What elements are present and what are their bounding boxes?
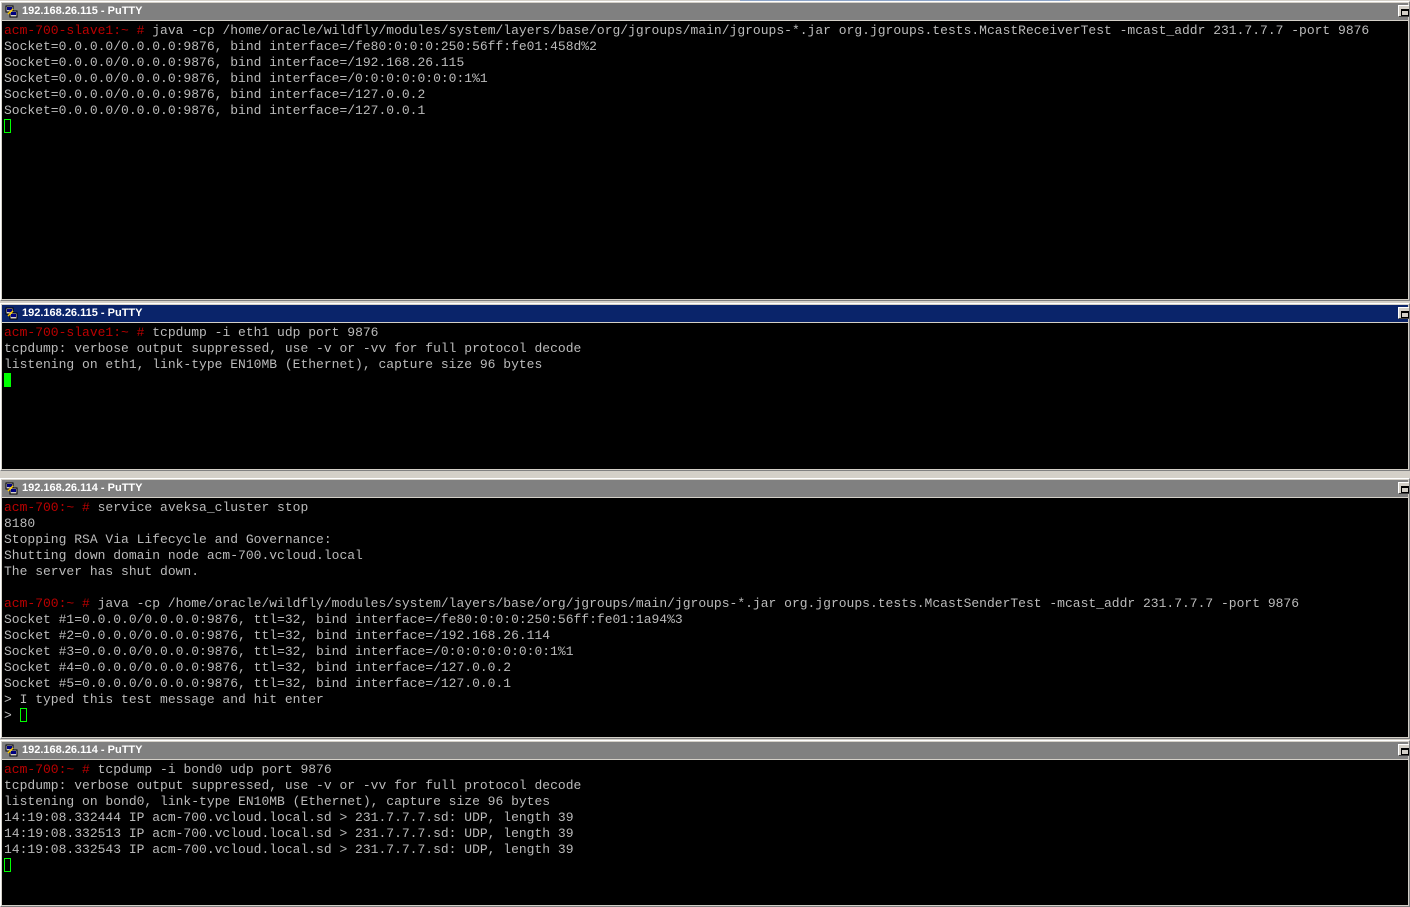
shell-prompt: acm-700-slave1:~ #	[4, 325, 153, 340]
terminal-output: Socket #5=0.0.0.0/0.0.0.0:9876, ttl=32, …	[4, 676, 512, 691]
desktop: 192.168.26.115 - PuTTY acm-700-slave1:~ …	[0, 0, 1410, 907]
putty-icon	[5, 744, 18, 757]
terminal-output: 14:19:08.332543 IP acm-700.vcloud.local.…	[4, 842, 574, 857]
input-line[interactable]	[4, 119, 1408, 135]
terminal-output: > I typed this test message and hit ente…	[4, 692, 324, 707]
window-title: 192.168.26.114 - PuTTY	[22, 482, 143, 494]
terminal-line: Socket #4=0.0.0.0/0.0.0.0:9876, ttl=32, …	[4, 660, 1408, 676]
window-titlebar[interactable]: 192.168.26.115 - PuTTY	[2, 305, 1409, 322]
terminal-output: listening on bond0, link-type EN10MB (Et…	[4, 794, 551, 809]
terminal-line: Socket=0.0.0.0/0.0.0.0:9876, bind interf…	[4, 71, 1408, 87]
terminal-line: Socket=0.0.0.0/0.0.0.0:9876, bind interf…	[4, 55, 1408, 71]
terminal-output: java -cp /home/oracle/wildfly/modules/sy…	[152, 23, 1370, 38]
shell-prompt: acm-700:~ #	[4, 596, 98, 611]
terminal-output: The server has shut down.	[4, 564, 200, 579]
terminal-output: tcpdump -i eth1 udp port 9876	[152, 325, 379, 340]
terminal-line: Shutting down domain node acm-700.vcloud…	[4, 548, 1408, 564]
putty-window-tcpdump-114[interactable]: 192.168.26.114 - PuTTY acm-700:~ # tcpdu…	[0, 740, 1410, 907]
window-title: 192.168.26.114 - PuTTY	[22, 744, 143, 756]
input-line[interactable]	[4, 858, 1408, 874]
terminal-output: Socket=0.0.0.0/0.0.0.0:9876, bind interf…	[4, 55, 465, 70]
terminal-line: listening on eth1, link-type EN10MB (Eth…	[4, 357, 1408, 373]
terminal-line: acm-700-slave1:~ # tcpdump -i eth1 udp p…	[4, 325, 1408, 341]
terminal-output: tcpdump -i bond0 udp port 9876	[97, 762, 332, 777]
putty-icon	[5, 307, 18, 320]
shell-prompt: acm-700:~ #	[4, 500, 98, 515]
terminal-output: tcpdump: verbose output suppressed, use …	[4, 778, 582, 793]
terminal-line: Socket #2=0.0.0.0/0.0.0.0:9876, ttl=32, …	[4, 628, 1408, 644]
putty-window-tcpdump-115[interactable]: 192.168.26.115 - PuTTY acm-700-slave1:~ …	[0, 303, 1410, 471]
input-prefix: >	[4, 708, 20, 723]
terminal-line: tcpdump: verbose output suppressed, use …	[4, 778, 1408, 794]
terminal-output: 14:19:08.332513 IP acm-700.vcloud.local.…	[4, 826, 574, 841]
terminal-line: acm-700:~ # java -cp /home/oracle/wildfl…	[4, 596, 1408, 612]
terminal-output: 14:19:08.332444 IP acm-700.vcloud.local.…	[4, 810, 574, 825]
terminal-output: Socket=0.0.0.0/0.0.0.0:9876, bind interf…	[4, 103, 426, 118]
terminal-line: tcpdump: verbose output suppressed, use …	[4, 341, 1408, 357]
terminal-area[interactable]: acm-700:~ # service aveksa_cluster stop 8…	[2, 498, 1408, 737]
terminal-output: Socket=0.0.0.0/0.0.0.0:9876, bind interf…	[4, 71, 488, 86]
terminal-line: acm-700:~ # tcpdump -i bond0 udp port 98…	[4, 762, 1408, 778]
terminal-output: java -cp /home/oracle/wildfly/modules/sy…	[97, 596, 1300, 611]
input-line[interactable]	[4, 373, 1408, 389]
window-titlebar[interactable]: 192.168.26.114 - PuTTY	[2, 480, 1409, 497]
restore-icon[interactable]	[1398, 5, 1409, 17]
terminal-line: Socket=0.0.0.0/0.0.0.0:9876, bind interf…	[4, 39, 1408, 55]
terminal-output: Socket #3=0.0.0.0/0.0.0.0:9876, ttl=32, …	[4, 644, 574, 659]
terminal-line: 8180	[4, 516, 1408, 532]
restore-icon[interactable]	[1398, 307, 1409, 319]
terminal-output: Socket=0.0.0.0/0.0.0.0:9876, bind interf…	[4, 87, 426, 102]
terminal-output: Shutting down domain node acm-700.vcloud…	[4, 548, 363, 563]
terminal-area[interactable]: acm-700:~ # tcpdump -i bond0 udp port 98…	[2, 760, 1408, 905]
putty-window-sender[interactable]: 192.168.26.114 - PuTTY acm-700:~ # servi…	[0, 478, 1410, 739]
terminal-line: Socket=0.0.0.0/0.0.0.0:9876, bind interf…	[4, 87, 1408, 103]
terminal-line: > I typed this test message and hit ente…	[4, 692, 1408, 708]
text-cursor	[19, 708, 27, 722]
window-title: 192.168.26.115 - PuTTY	[22, 307, 143, 319]
window-titlebar[interactable]: 192.168.26.114 - PuTTY	[2, 742, 1409, 759]
terminal-line: 14:19:08.332444 IP acm-700.vcloud.local.…	[4, 810, 1408, 826]
shell-prompt: acm-700:~ #	[4, 762, 98, 777]
terminal-line: Socket=0.0.0.0/0.0.0.0:9876, bind interf…	[4, 103, 1408, 119]
terminal-line: Socket #1=0.0.0.0/0.0.0.0:9876, ttl=32, …	[4, 612, 1408, 628]
terminal-output: 8180	[4, 516, 36, 531]
terminal-output: Socket=0.0.0.0/0.0.0.0:9876, bind interf…	[4, 39, 597, 54]
terminal-line: 14:19:08.332543 IP acm-700.vcloud.local.…	[4, 842, 1408, 858]
input-line[interactable]: >	[4, 708, 1408, 724]
terminal-line: acm-700-slave1:~ # java -cp /home/oracle…	[4, 23, 1408, 39]
text-cursor	[4, 858, 11, 872]
text-cursor	[4, 373, 11, 387]
window-title: 192.168.26.115 - PuTTY	[22, 5, 143, 17]
terminal-line: The server has shut down.	[4, 564, 1408, 580]
restore-icon[interactable]	[1398, 744, 1409, 756]
putty-icon	[5, 5, 18, 18]
terminal-line: Socket #5=0.0.0.0/0.0.0.0:9876, ttl=32, …	[4, 676, 1408, 692]
terminal-output: Stopping RSA Via Lifecycle and Governanc…	[4, 532, 332, 547]
terminal-area[interactable]: acm-700-slave1:~ # java -cp /home/oracle…	[2, 21, 1408, 299]
putty-icon	[5, 482, 18, 495]
terminal-output: Socket #4=0.0.0.0/0.0.0.0:9876, ttl=32, …	[4, 660, 512, 675]
shell-prompt: acm-700-slave1:~ #	[4, 23, 153, 38]
terminal-line: Stopping RSA Via Lifecycle and Governanc…	[4, 532, 1408, 548]
restore-icon[interactable]	[1398, 482, 1409, 494]
terminal-line: Socket #3=0.0.0.0/0.0.0.0:9876, ttl=32, …	[4, 644, 1408, 660]
terminal-line: 14:19:08.332513 IP acm-700.vcloud.local.…	[4, 826, 1408, 842]
terminal-output: service aveksa_cluster stop	[97, 500, 309, 515]
terminal-area[interactable]: acm-700-slave1:~ # tcpdump -i eth1 udp p…	[2, 323, 1408, 469]
terminal-output: listening on eth1, link-type EN10MB (Eth…	[4, 357, 543, 372]
terminal-output: Socket #2=0.0.0.0/0.0.0.0:9876, ttl=32, …	[4, 628, 551, 643]
terminal-line: acm-700:~ # service aveksa_cluster stop	[4, 500, 1408, 516]
terminal-output: Socket #1=0.0.0.0/0.0.0.0:9876, ttl=32, …	[4, 612, 683, 627]
terminal-line: listening on bond0, link-type EN10MB (Et…	[4, 794, 1408, 810]
text-cursor	[4, 119, 11, 133]
window-titlebar[interactable]: 192.168.26.115 - PuTTY	[2, 3, 1409, 20]
terminal-output: tcpdump: verbose output suppressed, use …	[4, 341, 582, 356]
putty-window-receiver[interactable]: 192.168.26.115 - PuTTY acm-700-slave1:~ …	[0, 1, 1410, 301]
